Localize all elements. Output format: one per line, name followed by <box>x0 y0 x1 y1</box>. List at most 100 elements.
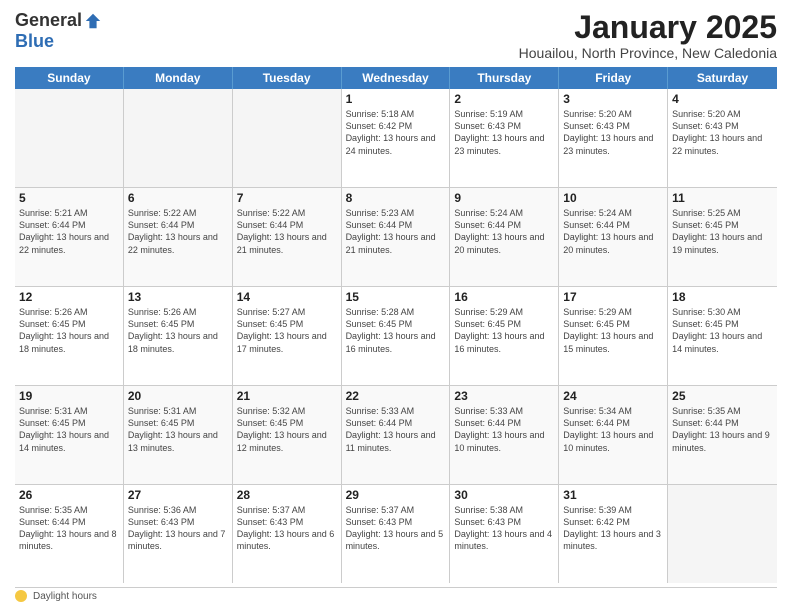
cal-cell: 10 Sunrise: 5:24 AM Sunset: 6:44 PM Dayli… <box>559 188 668 286</box>
day-info: Sunrise: 5:20 AM Sunset: 6:43 PM Dayligh… <box>563 108 663 157</box>
day-info: Sunrise: 5:29 AM Sunset: 6:45 PM Dayligh… <box>454 306 554 355</box>
day-info: Sunrise: 5:30 AM Sunset: 6:45 PM Dayligh… <box>672 306 773 355</box>
cal-cell <box>15 89 124 187</box>
cal-cell <box>668 485 777 583</box>
cal-cell: 14 Sunrise: 5:27 AM Sunset: 6:45 PM Dayli… <box>233 287 342 385</box>
cal-cell: 27 Sunrise: 5:36 AM Sunset: 6:43 PM Dayli… <box>124 485 233 583</box>
cal-cell: 17Sunrise: 5:29 AM Sunset: 6:45 PM Dayli… <box>559 287 668 385</box>
day-info: Sunrise: 5:32 AM Sunset: 6:45 PM Dayligh… <box>237 405 337 454</box>
day-info: Sunrise: 5:33 AM Sunset: 6:44 PM Dayligh… <box>346 405 446 454</box>
day-info: Sunrise: 5:22 AM Sunset: 6:44 PM Dayligh… <box>128 207 228 256</box>
day-info: Sunrise: 5:26 AM Sunset: 6:45 PM Dayligh… <box>128 306 228 355</box>
main-title: January 2025 <box>519 10 777 45</box>
day-info: Sunrise: 5:38 AM Sunset: 6:43 PM Dayligh… <box>454 504 554 553</box>
cal-header-monday: Monday <box>124 67 233 89</box>
cal-header-tuesday: Tuesday <box>233 67 342 89</box>
day-number: 7 <box>237 191 337 205</box>
cal-row-3: 19 Sunrise: 5:31 AM Sunset: 6:45 PM Dayli… <box>15 386 777 485</box>
cal-cell <box>124 89 233 187</box>
cal-cell: 5Sunrise: 5:21 AM Sunset: 6:44 PM Daylig… <box>15 188 124 286</box>
cal-header-friday: Friday <box>559 67 668 89</box>
day-number: 30 <box>454 488 554 502</box>
day-number: 25 <box>672 389 773 403</box>
cal-header-thursday: Thursday <box>450 67 559 89</box>
day-number: 1 <box>346 92 446 106</box>
calendar-body: 1 Sunrise: 5:18 AM Sunset: 6:42 PM Daylig… <box>15 89 777 583</box>
day-number: 22 <box>346 389 446 403</box>
cal-cell: 9Sunrise: 5:24 AM Sunset: 6:44 PM Daylig… <box>450 188 559 286</box>
day-number: 5 <box>19 191 119 205</box>
day-number: 31 <box>563 488 663 502</box>
calendar: SundayMondayTuesdayWednesdayThursdayFrid… <box>15 67 777 583</box>
daylight-label: Daylight hours <box>33 591 97 602</box>
day-number: 24 <box>563 389 663 403</box>
cal-cell: 13 Sunrise: 5:26 AM Sunset: 6:45 PM Dayli… <box>124 287 233 385</box>
day-info: Sunrise: 5:31 AM Sunset: 6:45 PM Dayligh… <box>128 405 228 454</box>
day-info: Sunrise: 5:20 AM Sunset: 6:43 PM Dayligh… <box>672 108 773 157</box>
day-number: 26 <box>19 488 119 502</box>
cal-cell: 12 Sunrise: 5:26 AM Sunset: 6:45 PM Dayli… <box>15 287 124 385</box>
day-number: 20 <box>128 389 228 403</box>
day-info: Sunrise: 5:27 AM Sunset: 6:45 PM Dayligh… <box>237 306 337 355</box>
cal-cell: 4Sunrise: 5:20 AM Sunset: 6:43 PM Daylig… <box>668 89 777 187</box>
day-number: 23 <box>454 389 554 403</box>
cal-header-wednesday: Wednesday <box>342 67 451 89</box>
cal-cell: 26 Sunrise: 5:35 AM Sunset: 6:44 PM Dayli… <box>15 485 124 583</box>
cal-cell: 6 Sunrise: 5:22 AM Sunset: 6:44 PM Daylig… <box>124 188 233 286</box>
day-number: 13 <box>128 290 228 304</box>
footer: Daylight hours <box>15 587 777 602</box>
day-info: Sunrise: 5:18 AM Sunset: 6:42 PM Dayligh… <box>346 108 446 157</box>
logo-general-text: General <box>15 10 82 31</box>
day-info: Sunrise: 5:24 AM Sunset: 6:44 PM Dayligh… <box>563 207 663 256</box>
cal-cell: 29Sunrise: 5:37 AM Sunset: 6:43 PM Dayli… <box>342 485 451 583</box>
day-info: Sunrise: 5:19 AM Sunset: 6:43 PM Dayligh… <box>454 108 554 157</box>
cal-cell: 19Sunrise: 5:31 AM Sunset: 6:45 PM Dayli… <box>15 386 124 484</box>
day-number: 18 <box>672 290 773 304</box>
cal-cell: 24Sunrise: 5:34 AM Sunset: 6:44 PM Dayli… <box>559 386 668 484</box>
cal-cell <box>233 89 342 187</box>
day-number: 2 <box>454 92 554 106</box>
day-number: 17 <box>563 290 663 304</box>
day-number: 14 <box>237 290 337 304</box>
cal-cell: 1 Sunrise: 5:18 AM Sunset: 6:42 PM Daylig… <box>342 89 451 187</box>
logo: General Blue <box>15 10 102 52</box>
cal-cell: 31 Sunrise: 5:39 AM Sunset: 6:42 PM Dayli… <box>559 485 668 583</box>
cal-row-1: 5Sunrise: 5:21 AM Sunset: 6:44 PM Daylig… <box>15 188 777 287</box>
day-info: Sunrise: 5:26 AM Sunset: 6:45 PM Dayligh… <box>19 306 119 355</box>
cal-cell: 8 Sunrise: 5:23 AM Sunset: 6:44 PM Daylig… <box>342 188 451 286</box>
cal-cell: 3Sunrise: 5:20 AM Sunset: 6:43 PM Daylig… <box>559 89 668 187</box>
sun-icon <box>15 590 27 602</box>
day-info: Sunrise: 5:36 AM Sunset: 6:43 PM Dayligh… <box>128 504 228 553</box>
day-number: 19 <box>19 389 119 403</box>
cal-cell: 30 Sunrise: 5:38 AM Sunset: 6:43 PM Dayli… <box>450 485 559 583</box>
cal-row-4: 26 Sunrise: 5:35 AM Sunset: 6:44 PM Dayli… <box>15 485 777 583</box>
cal-header-sunday: Sunday <box>15 67 124 89</box>
day-info: Sunrise: 5:23 AM Sunset: 6:44 PM Dayligh… <box>346 207 446 256</box>
cal-cell: 20 Sunrise: 5:31 AM Sunset: 6:45 PM Dayli… <box>124 386 233 484</box>
day-number: 10 <box>563 191 663 205</box>
day-info: Sunrise: 5:39 AM Sunset: 6:42 PM Dayligh… <box>563 504 663 553</box>
day-info: Sunrise: 5:35 AM Sunset: 6:44 PM Dayligh… <box>19 504 119 553</box>
day-number: 21 <box>237 389 337 403</box>
logo-blue-text: Blue <box>15 31 54 52</box>
day-number: 6 <box>128 191 228 205</box>
day-number: 9 <box>454 191 554 205</box>
cal-cell: 25Sunrise: 5:35 AM Sunset: 6:44 PM Dayli… <box>668 386 777 484</box>
logo-icon <box>84 12 102 30</box>
cal-cell: 22 Sunrise: 5:33 AM Sunset: 6:44 PM Dayli… <box>342 386 451 484</box>
title-block: January 2025 Houailou, North Province, N… <box>519 10 777 61</box>
day-info: Sunrise: 5:22 AM Sunset: 6:44 PM Dayligh… <box>237 207 337 256</box>
day-info: Sunrise: 5:28 AM Sunset: 6:45 PM Dayligh… <box>346 306 446 355</box>
subtitle: Houailou, North Province, New Caledonia <box>519 45 777 61</box>
cal-row-2: 12 Sunrise: 5:26 AM Sunset: 6:45 PM Dayli… <box>15 287 777 386</box>
cal-cell: 7 Sunrise: 5:22 AM Sunset: 6:44 PM Daylig… <box>233 188 342 286</box>
cal-row-0: 1 Sunrise: 5:18 AM Sunset: 6:42 PM Daylig… <box>15 89 777 188</box>
cal-cell: 2 Sunrise: 5:19 AM Sunset: 6:43 PM Daylig… <box>450 89 559 187</box>
day-number: 27 <box>128 488 228 502</box>
day-info: Sunrise: 5:33 AM Sunset: 6:44 PM Dayligh… <box>454 405 554 454</box>
cal-cell: 21 Sunrise: 5:32 AM Sunset: 6:45 PM Dayli… <box>233 386 342 484</box>
day-number: 12 <box>19 290 119 304</box>
day-number: 8 <box>346 191 446 205</box>
cal-cell: 16Sunrise: 5:29 AM Sunset: 6:45 PM Dayli… <box>450 287 559 385</box>
calendar-header: SundayMondayTuesdayWednesdayThursdayFrid… <box>15 67 777 89</box>
